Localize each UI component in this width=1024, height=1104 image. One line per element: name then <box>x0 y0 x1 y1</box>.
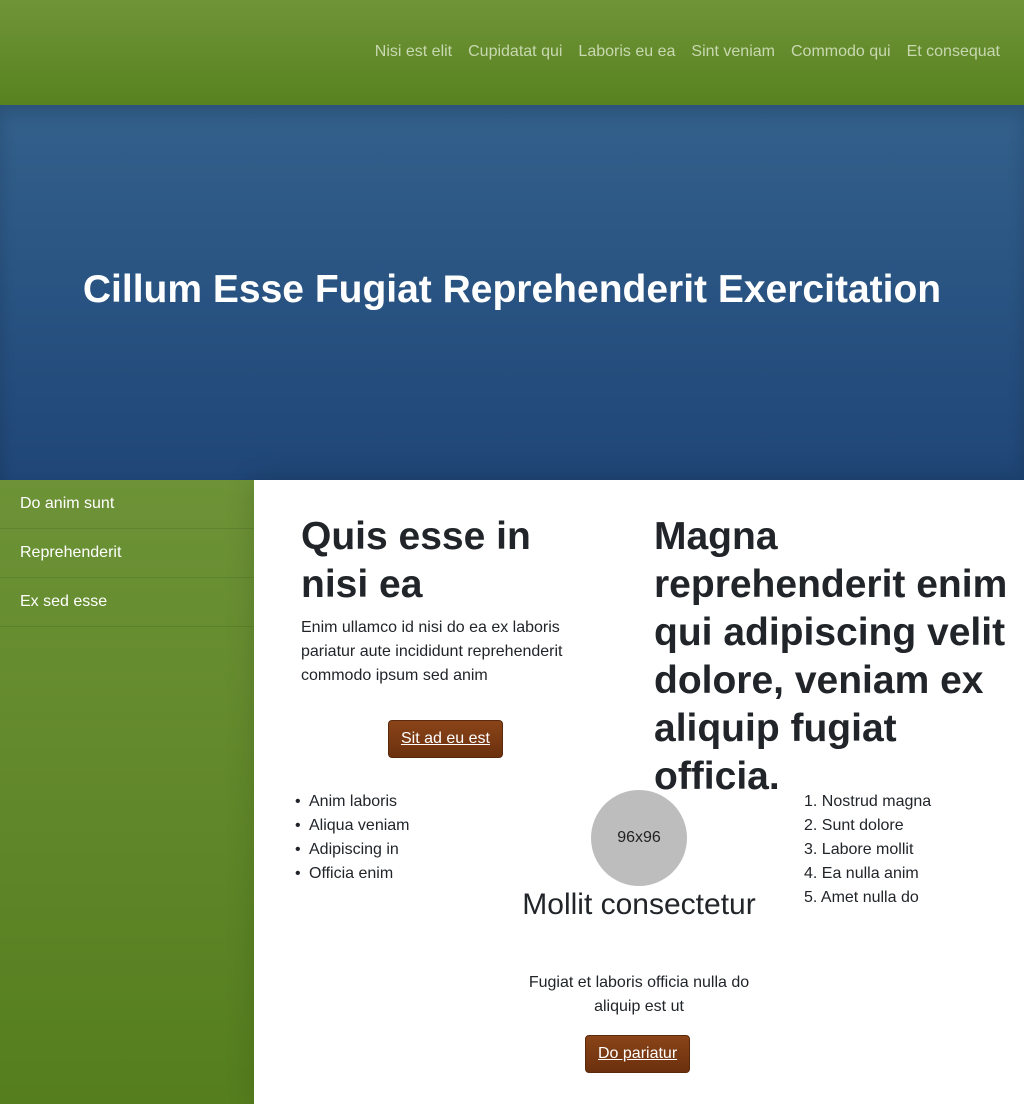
nav-link-cupidatat-qui[interactable]: Cupidatat qui <box>468 42 562 62</box>
list-item: Anim laboris <box>309 790 410 814</box>
sidebar-item-ex-sed-esse[interactable]: Ex sed esse <box>0 578 254 627</box>
feature-heading: Magna reprehenderit enim qui adipiscing … <box>654 515 1008 798</box>
nav-link-commodo-qui[interactable]: Commodo qui <box>791 42 891 62</box>
top-navbar: Nisi est elit Cupidatat qui Laboris eu e… <box>0 0 1024 105</box>
numbered-list: 1. Nostrud magna 2. Sunt dolore 3. Labor… <box>804 790 931 910</box>
nav-link-laboris-eu-ea[interactable]: Laboris eu ea <box>578 42 675 62</box>
nav-link-sint-veniam[interactable]: Sint veniam <box>691 42 775 62</box>
hero-banner: Cillum Esse Fugiat Reprehenderit Exercit… <box>0 105 1024 480</box>
list-item: 2. Sunt dolore <box>804 817 904 834</box>
list-item: Aliqua veniam <box>309 814 410 838</box>
list-item: Adipiscing in <box>309 838 410 862</box>
list-item: 3. Labore mollit <box>804 841 914 858</box>
avatar-placeholder: 96x96 <box>591 790 687 886</box>
list-item: Officia enim <box>309 862 410 886</box>
sidebar-item-reprehenderit[interactable]: Reprehenderit <box>0 529 254 578</box>
top-nav-links: Nisi est elit Cupidatat qui Laboris eu e… <box>375 42 1000 62</box>
bullet-list: Anim laboris Aliqua veniam Adipiscing in… <box>309 790 410 886</box>
hero-title: Cillum Esse Fugiat Reprehenderit Exercit… <box>82 268 942 311</box>
list-item: 5. Amet nulla do <box>804 889 919 906</box>
sidebar: Do anim sunt Reprehenderit Ex sed esse <box>0 480 254 1104</box>
sit-ad-eu-est-button[interactable]: Sit ad eu est <box>388 720 503 758</box>
nav-link-nisi-est-elit[interactable]: Nisi est elit <box>375 42 452 62</box>
list-item: 4. Ea nulla anim <box>804 865 919 882</box>
nav-link-et-consequat[interactable]: Et consequat <box>907 42 1000 62</box>
card-title: Quis esse in nisi ea <box>301 515 531 606</box>
main-content: Quis esse in nisi ea Enim ullamco id nis… <box>254 480 1024 1104</box>
do-pariatur-button[interactable]: Do pariatur <box>585 1035 691 1073</box>
card-text: Enim ullamco id nisi do ea ex laboris pa… <box>301 619 563 684</box>
profile-text: Fugiat et laboris officia nulla do aliqu… <box>528 974 750 1015</box>
sidebar-item-do-anim-sunt[interactable]: Do anim sunt <box>0 480 254 529</box>
profile-title: Mollit consectetur <box>522 888 756 921</box>
list-item: 1. Nostrud magna <box>804 793 932 810</box>
